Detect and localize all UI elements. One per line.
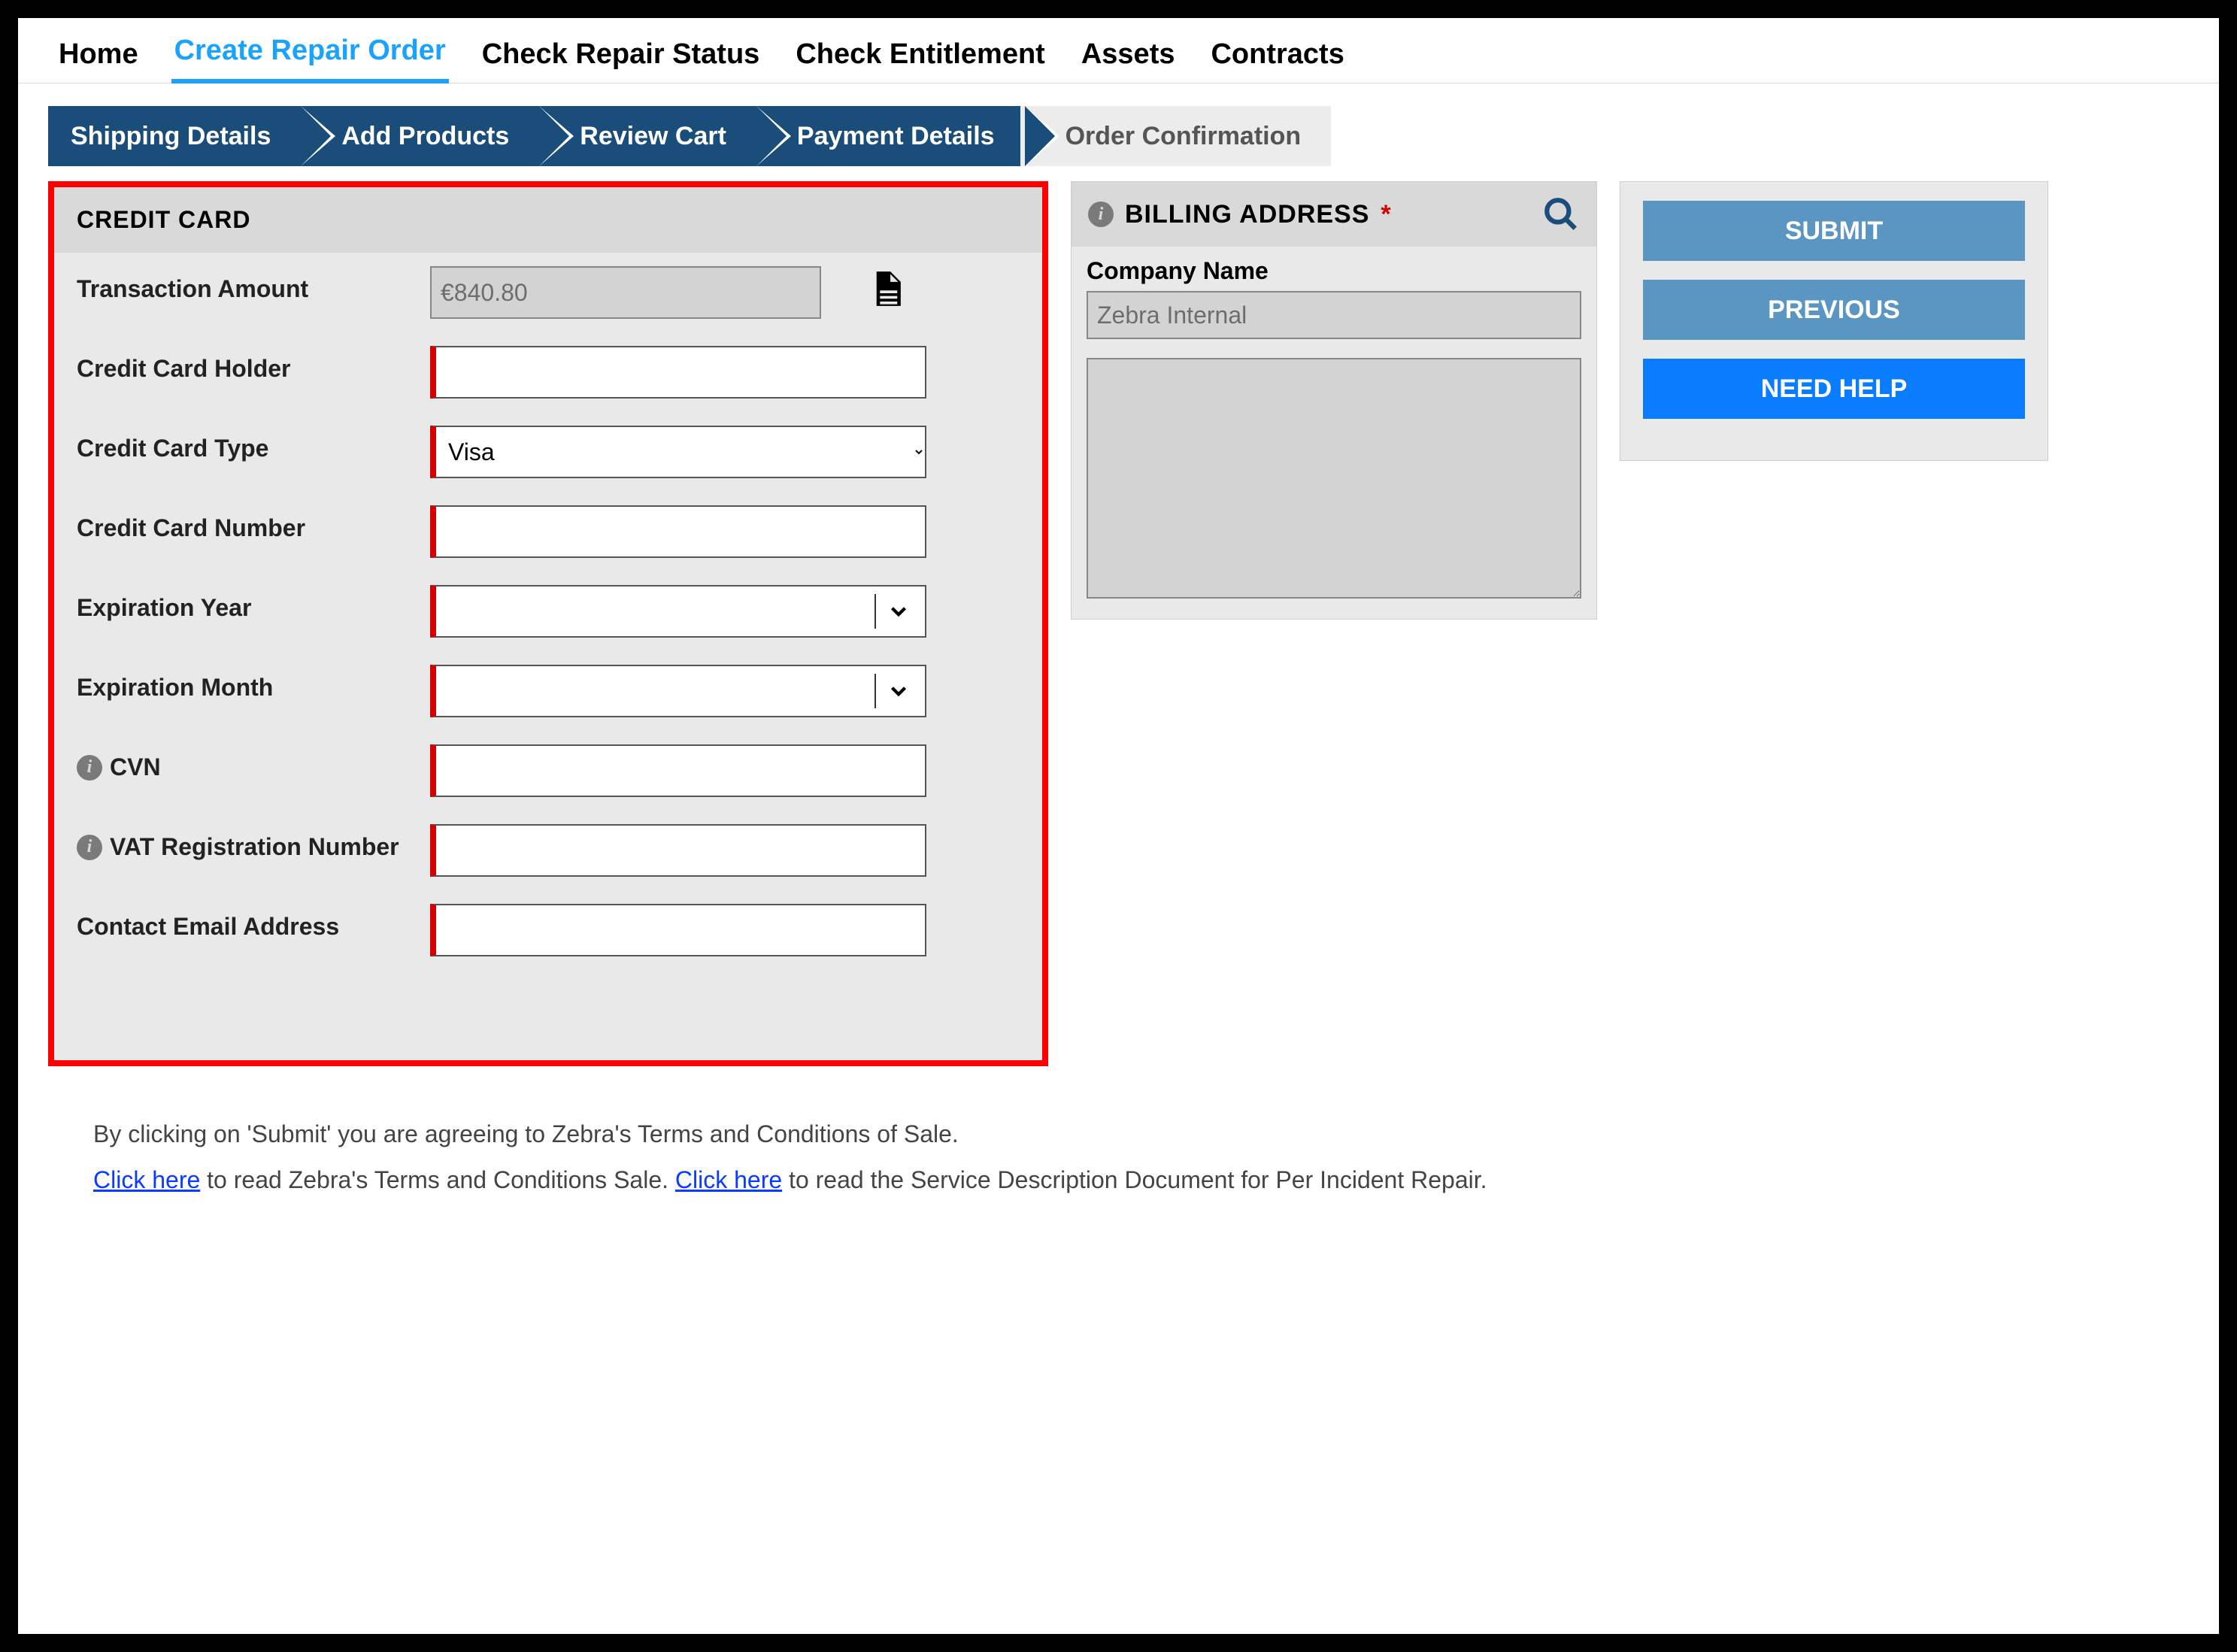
row-credit-card-number: Credit Card Number	[54, 492, 1042, 571]
row-expiration-year: Expiration Year	[54, 571, 1042, 651]
billing-header-title: BILLING ADDRESS	[1125, 200, 1369, 229]
billing-body: Company Name	[1072, 247, 1596, 619]
action-buttons-panel: SUBMIT PREVIOUS NEED HELP	[1620, 181, 2048, 461]
tab-check-entitlement[interactable]: Check Entitlement	[793, 29, 1048, 83]
contact-email-input[interactable]	[430, 904, 926, 956]
submit-button[interactable]: SUBMIT	[1643, 201, 2025, 261]
tab-check-repair-status[interactable]: Check Repair Status	[479, 29, 763, 83]
terms-link[interactable]: Click here	[93, 1166, 200, 1193]
credit-card-number-input[interactable]	[430, 505, 926, 558]
info-icon[interactable]: i	[77, 835, 102, 860]
label-cvn: i CVN	[77, 744, 415, 781]
tab-home[interactable]: Home	[56, 29, 141, 83]
row-vat: i VAT Registration Number	[54, 811, 1042, 890]
credit-card-type-select[interactable]: Visa	[430, 426, 926, 478]
tab-assets[interactable]: Assets	[1078, 29, 1178, 83]
billing-header: i BILLING ADDRESS *	[1072, 182, 1596, 247]
tab-create-repair-order[interactable]: Create Repair Order	[171, 26, 449, 83]
legal-line-1: By clicking on 'Submit' you are agreeing…	[93, 1111, 2159, 1157]
info-icon[interactable]: i	[77, 755, 102, 781]
chevron-down-icon	[886, 678, 911, 704]
label-vat: i VAT Registration Number	[77, 824, 415, 861]
search-icon[interactable]	[1542, 196, 1580, 233]
credit-card-panel: CREDIT CARD Transaction Amount €840.80 C…	[48, 181, 1048, 1066]
required-asterisk: *	[1381, 200, 1390, 229]
legal-line-2: Click here to read Zebra's Terms and Con…	[93, 1157, 2159, 1203]
top-nav: Home Create Repair Order Check Repair St…	[18, 18, 2219, 83]
label-credit-card-type: Credit Card Type	[77, 426, 415, 462]
label-company-name: Company Name	[1087, 257, 1581, 285]
label-cvn-text: CVN	[110, 753, 161, 781]
legal-text-2: to read the Service Description Document…	[782, 1166, 1487, 1193]
select-divider	[874, 674, 876, 708]
previous-button[interactable]: PREVIOUS	[1643, 280, 2025, 340]
row-credit-card-holder: Credit Card Holder	[54, 332, 1042, 412]
main-content: CREDIT CARD Transaction Amount €840.80 C…	[18, 181, 2219, 1066]
label-expiration-month: Expiration Month	[77, 665, 415, 702]
label-expiration-year: Expiration Year	[77, 585, 415, 622]
expiration-year-select[interactable]	[430, 585, 926, 638]
row-cvn: i CVN	[54, 731, 1042, 811]
legal-text-1: to read Zebra's Terms and Conditions Sal…	[200, 1166, 675, 1193]
need-help-button[interactable]: NEED HELP	[1643, 359, 2025, 419]
billing-address-panel: i BILLING ADDRESS * Company Name	[1071, 181, 1597, 620]
company-name-input	[1087, 291, 1581, 339]
row-contact-email: Contact Email Address	[54, 890, 1042, 970]
row-credit-card-type: Credit Card Type Visa	[54, 412, 1042, 492]
service-description-link[interactable]: Click here	[675, 1166, 782, 1193]
label-transaction-amount: Transaction Amount	[77, 266, 415, 303]
transaction-amount-value: €840.80	[430, 266, 821, 319]
step-payment-details[interactable]: Payment Details	[752, 106, 1025, 166]
row-expiration-month: Expiration Month	[54, 651, 1042, 731]
info-icon[interactable]: i	[1088, 202, 1114, 227]
label-credit-card-holder: Credit Card Holder	[77, 346, 415, 383]
document-icon[interactable]	[836, 266, 908, 311]
label-credit-card-number: Credit Card Number	[77, 505, 415, 542]
billing-address-textarea	[1087, 358, 1581, 599]
expiration-month-select[interactable]	[430, 665, 926, 717]
vat-input[interactable]	[430, 824, 926, 877]
cvn-input[interactable]	[430, 744, 926, 797]
step-order-confirmation: Order Confirmation	[1020, 106, 1332, 166]
credit-card-holder-input[interactable]	[430, 346, 926, 399]
row-transaction-amount: Transaction Amount €840.80	[54, 253, 1042, 332]
step-bar: Shipping Details Add Products Review Car…	[48, 106, 2204, 166]
tab-contracts[interactable]: Contracts	[1208, 29, 1347, 83]
label-contact-email: Contact Email Address	[77, 904, 415, 941]
chevron-down-icon	[886, 599, 911, 624]
select-divider	[874, 594, 876, 629]
label-vat-text: VAT Registration Number	[110, 833, 399, 861]
legal-footer: By clicking on 'Submit' you are agreeing…	[18, 1066, 2219, 1233]
page: Home Create Repair Order Check Repair St…	[17, 17, 2220, 1635]
credit-card-header: CREDIT CARD	[54, 187, 1042, 253]
step-shipping-details[interactable]: Shipping Details	[48, 106, 301, 166]
